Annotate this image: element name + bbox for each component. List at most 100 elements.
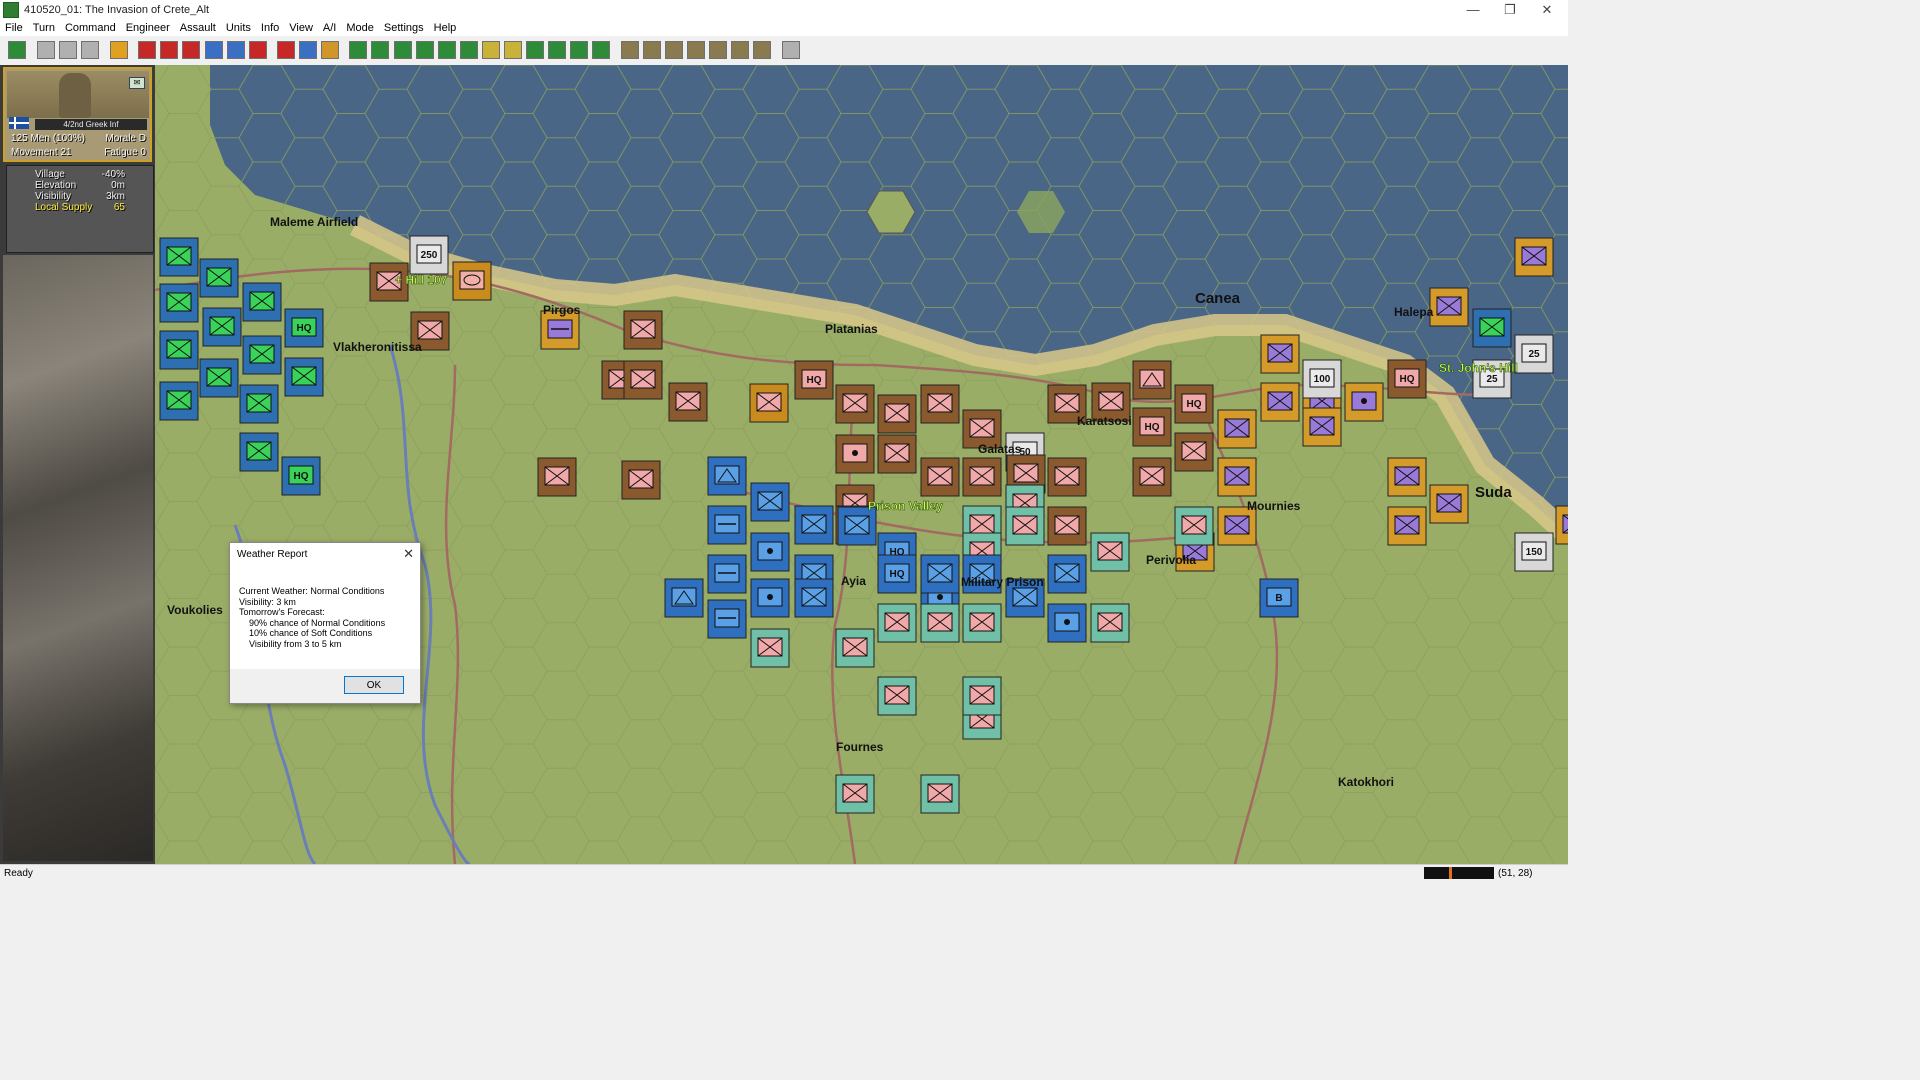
unit-icon[interactable] — [665, 41, 683, 59]
unit-counter-blue[interactable]: HQ — [877, 554, 917, 594]
unit-counter-flag[interactable]: 100 — [1302, 359, 1342, 399]
medal-icon[interactable] — [687, 41, 705, 59]
clock-icon[interactable] — [504, 41, 522, 59]
unit-counter-blue[interactable] — [750, 532, 790, 572]
unit-counter-purple[interactable] — [1387, 457, 1427, 497]
unit-counter-green[interactable] — [199, 258, 239, 298]
unit-counter-green[interactable] — [199, 358, 239, 398]
sun-icon[interactable] — [110, 41, 128, 59]
menu-mode[interactable]: Mode — [341, 20, 379, 36]
menu-settings[interactable]: Settings — [379, 20, 429, 36]
menu-command[interactable]: Command — [60, 20, 121, 36]
unit-counter-teal[interactable] — [962, 676, 1002, 716]
menu-engineer[interactable]: Engineer — [121, 20, 175, 36]
unit-counter-teal[interactable] — [920, 603, 960, 643]
unit-counter-blue[interactable] — [707, 456, 747, 496]
unit-counter-purple[interactable] — [1514, 237, 1554, 277]
unit-counter-blue[interactable] — [794, 505, 834, 545]
frame-icon[interactable] — [416, 41, 434, 59]
unit-counter-brown[interactable] — [537, 457, 577, 497]
unit-counter-blue[interactable] — [794, 578, 834, 618]
map-canvas[interactable]: HQHQ250HQ50HQHQHQ1002525150HQHQHQB Malem… — [155, 65, 1568, 864]
monitor-icon[interactable] — [548, 41, 566, 59]
unit-counter-purple[interactable] — [1260, 334, 1300, 374]
unit-counter-teal[interactable] — [1174, 506, 1214, 546]
unit-counter-brown[interactable] — [623, 360, 663, 400]
grid-icon[interactable] — [394, 41, 412, 59]
unit-counter-brown[interactable]: HQ — [1132, 407, 1172, 447]
unit-counter-orange[interactable] — [749, 383, 789, 423]
unit-card[interactable]: ✉ 4/2nd Greek Inf 125 Men (100%) Morale … — [3, 67, 152, 162]
unit-counter-brown[interactable] — [835, 434, 875, 474]
shield-icon[interactable] — [138, 41, 156, 59]
unit-counter-brown[interactable] — [1132, 457, 1172, 497]
unit-counter-brown[interactable]: HQ — [794, 360, 834, 400]
page-icon[interactable] — [37, 41, 55, 59]
unit-counter-blue[interactable] — [750, 482, 790, 522]
unit-counter-blue[interactable] — [920, 554, 960, 594]
eye-icon[interactable] — [438, 41, 456, 59]
target-icon[interactable] — [8, 41, 26, 59]
unit-counter-brown[interactable] — [877, 394, 917, 434]
unit-counter-brown[interactable]: HQ — [1174, 384, 1214, 424]
menu-ai[interactable]: A/I — [318, 20, 341, 36]
unit-counter-purple[interactable] — [1555, 505, 1568, 545]
unit-counter-flag[interactable]: 150 — [1514, 532, 1554, 572]
ok-button[interactable]: OK — [344, 676, 404, 694]
globe-icon[interactable] — [299, 41, 317, 59]
unit-counter-green[interactable] — [239, 432, 279, 472]
hex-map[interactable]: HQHQ250HQ50HQHQHQ1002525150HQHQHQB Malem… — [155, 65, 1568, 864]
unit-counter-blue[interactable] — [707, 505, 747, 545]
unit-counter-purple[interactable] — [1429, 484, 1469, 524]
unit-counter-purple[interactable] — [1387, 506, 1427, 546]
unit-counter-blue[interactable] — [1047, 554, 1087, 594]
unit-counter-blue[interactable] — [707, 554, 747, 594]
unit-counter-brown[interactable] — [835, 384, 875, 424]
artillery-icon[interactable] — [182, 41, 200, 59]
flag-icon[interactable] — [460, 41, 478, 59]
route-icon[interactable] — [592, 41, 610, 59]
chest-icon[interactable] — [321, 41, 339, 59]
unit-counter-green[interactable] — [159, 330, 199, 370]
unit-counter-blue[interactable] — [664, 578, 704, 618]
unit-counter-brown[interactable] — [1174, 432, 1214, 472]
unit-counter-green[interactable] — [242, 282, 282, 322]
unit-counter-teal[interactable] — [835, 774, 875, 814]
unit-counter-green[interactable] — [202, 307, 242, 347]
unit-counter-green[interactable] — [159, 381, 199, 421]
unit-counter-brown[interactable]: HQ — [1387, 359, 1427, 399]
unit-counter-purple[interactable] — [1302, 407, 1342, 447]
unit-counter-blue[interactable]: B — [1259, 578, 1299, 618]
tools-icon[interactable] — [277, 41, 295, 59]
unit-counter-purple[interactable] — [1217, 409, 1257, 449]
unit-counter-green[interactable] — [1472, 308, 1512, 348]
unit-counter-brown[interactable] — [920, 384, 960, 424]
airstrike-icon[interactable] — [227, 41, 245, 59]
binoculars-icon[interactable] — [643, 41, 661, 59]
dialog-close-icon[interactable]: ✕ — [403, 546, 414, 562]
tree-icon[interactable] — [731, 41, 749, 59]
unit-counter-purple[interactable] — [1260, 382, 1300, 422]
unit-counter-purple[interactable] — [1344, 382, 1384, 422]
unit-counter-green[interactable] — [239, 384, 279, 424]
unit-counter-teal[interactable] — [750, 628, 790, 668]
unit-counter-green[interactable] — [284, 357, 324, 397]
zoom-in-icon[interactable] — [349, 41, 367, 59]
menu-info[interactable]: Info — [256, 20, 284, 36]
unit-counter-brown[interactable] — [962, 457, 1002, 497]
unit-counter-teal[interactable] — [877, 676, 917, 716]
close-button[interactable]: ✕ — [1524, 0, 1570, 20]
unit-counter-teal[interactable] — [920, 774, 960, 814]
zoom-out-icon[interactable] — [371, 41, 389, 59]
mail-icon[interactable]: ✉ — [129, 77, 145, 89]
menu-units[interactable]: Units — [221, 20, 256, 36]
bomb-icon[interactable] — [482, 41, 500, 59]
unit-counter-pink[interactable] — [452, 261, 492, 301]
unit-counter-brown[interactable] — [1132, 360, 1172, 400]
unit-counter-green[interactable] — [159, 283, 199, 323]
stack-icon[interactable] — [249, 41, 267, 59]
ship-icon[interactable] — [526, 41, 544, 59]
unit-counter-teal[interactable] — [962, 603, 1002, 643]
menu-turn[interactable]: Turn — [28, 20, 60, 36]
info-icon[interactable] — [753, 41, 771, 59]
